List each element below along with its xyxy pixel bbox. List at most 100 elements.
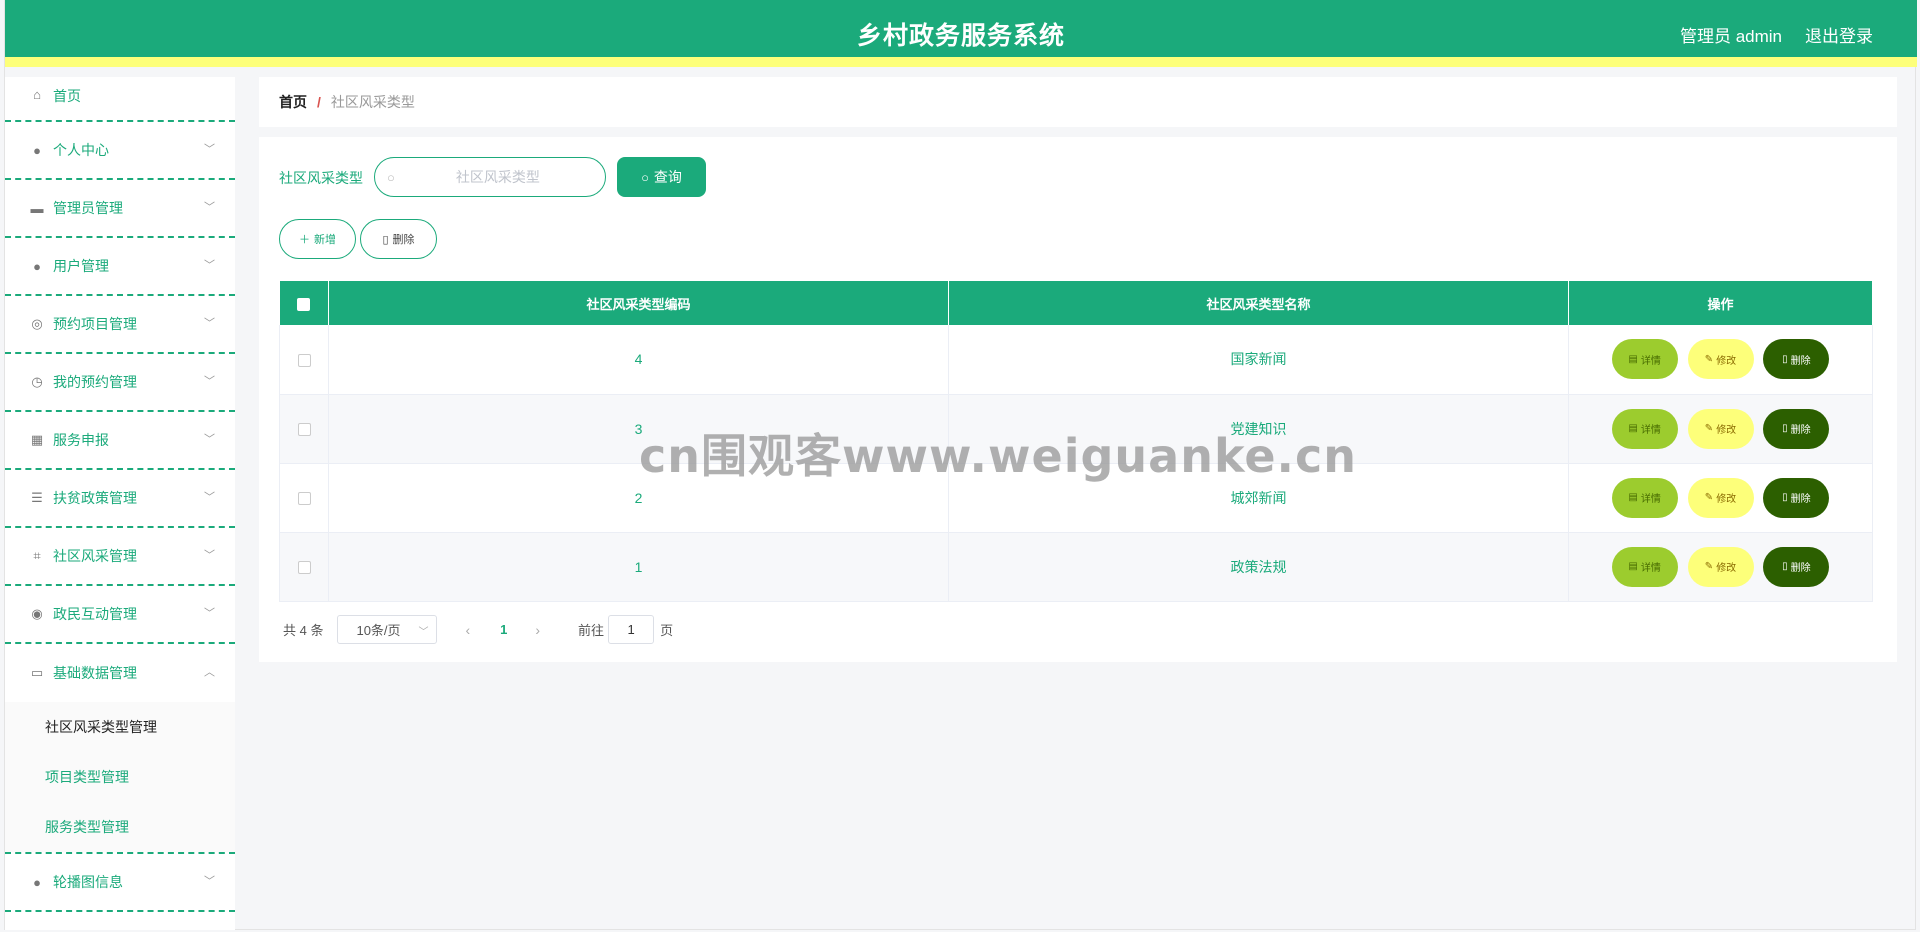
detail-button[interactable]: ▤ 详情 — [1611, 339, 1678, 380]
row-select-cell[interactable] — [279, 394, 329, 464]
page-size-value: 10条/页 — [356, 623, 401, 638]
submenu-item-community-type[interactable]: 社区风采类型管理 — [5, 702, 235, 752]
pencil-icon: ✎ — [1704, 353, 1714, 365]
edit-button[interactable]: ✎ 修改 — [1687, 477, 1754, 518]
goto-page-input[interactable] — [608, 615, 655, 644]
sidebar-item-basic-data[interactable]: ▭ 基础数据管理 ︿ — [5, 644, 235, 702]
row-checkbox[interactable] — [297, 492, 311, 506]
sidebar-item-admins[interactable]: ▬ 管理员管理 ﹀ — [5, 180, 235, 238]
cell-ops: ▤ 详情 ✎ 修改 ▯ 删除 — [1568, 394, 1873, 464]
sidebar-item-label: 预约项目管理 — [53, 316, 137, 332]
delete-button[interactable]: ▯ 删除 — [1763, 339, 1830, 380]
detail-label: 详情 — [1640, 563, 1661, 574]
home-icon: ⌂ — [33, 86, 41, 102]
query-button[interactable]: ○ 查询 — [617, 157, 706, 197]
search-field[interactable]: ○ — [374, 157, 606, 197]
row-select-cell[interactable] — [279, 325, 329, 395]
pencil-icon: ✎ — [1704, 492, 1714, 503]
chevron-down-icon: ﹀ — [204, 143, 215, 156]
edit-button[interactable]: ✎ 修改 — [1687, 339, 1754, 380]
sidebar-item-interaction[interactable]: ◉ 政民互动管理 ﹀ — [5, 586, 235, 644]
delete-button[interactable]: ▯ 删除 — [1763, 546, 1830, 587]
select-all-cell[interactable] — [279, 281, 329, 325]
id-card-icon: ▭ — [30, 665, 44, 680]
cell-ops: ▤ 详情 ✎ 修改 ▯ 删除 — [1568, 325, 1873, 395]
row-checkbox[interactable] — [297, 354, 311, 368]
app-title: 乡村政务服务系统 — [856, 22, 1065, 50]
pencil-icon: ✎ — [1704, 423, 1714, 434]
delete-button[interactable]: ▯ 删除 — [1763, 477, 1830, 518]
delete-label: 删除 — [1790, 563, 1811, 574]
edit-label: 修改 — [1716, 425, 1737, 436]
sidebar-item-booking-projects[interactable]: ◎ 预约项目管理 ﹀ — [5, 296, 235, 354]
edit-button[interactable]: ✎ 修改 — [1687, 408, 1754, 449]
sidebar-item-my-bookings[interactable]: ◷ 我的预约管理 ﹀ — [5, 354, 235, 412]
compass-icon: ◷ — [31, 374, 43, 389]
row-checkbox[interactable] — [297, 561, 311, 575]
detail-label: 详情 — [1640, 494, 1661, 505]
detail-button[interactable]: ▤ 详情 — [1611, 477, 1678, 518]
sidebar-submenu: 社区风采类型管理 项目类型管理 服务类型管理 — [5, 702, 235, 852]
sidebar-item-community[interactable]: ⌗ 社区风采管理 ﹀ — [5, 528, 235, 586]
trash-icon: ▯ — [1782, 492, 1788, 503]
row-checkbox[interactable] — [297, 423, 311, 437]
sidebar-item-label: 扶贫政策管理 — [53, 490, 137, 506]
sidebar-item-poverty-policy[interactable]: ☰ 扶贫政策管理 ﹀ — [5, 470, 235, 528]
trash-icon: ▯ — [1782, 561, 1788, 572]
logout-link[interactable]: 退出登录 — [1805, 22, 1873, 47]
page-number[interactable]: 1 — [500, 622, 507, 637]
prev-page-button[interactable]: ‹ — [465, 622, 470, 638]
query-button-label: 查询 — [653, 169, 682, 185]
detail-button[interactable]: ▤ 详情 — [1611, 408, 1678, 449]
balloon-icon: ● — [33, 874, 41, 890]
edit-label: 修改 — [1716, 494, 1737, 505]
breadcrumb-home[interactable]: 首页 — [279, 92, 307, 112]
submenu-item-service-type[interactable]: 服务类型管理 — [5, 802, 235, 852]
row-select-cell[interactable] — [279, 532, 329, 602]
breadcrumb-separator: / — [317, 94, 321, 110]
app-frame: 乡村政务服务系统 管理员 admin 退出登录 ⌂ 首页 ● 个人中心 ﹀ ▬ … — [4, 0, 1917, 930]
add-button[interactable]: ＋ 新增 — [279, 219, 356, 259]
sidebar-item-label: 个人中心 — [53, 142, 109, 158]
submenu-item-project-type[interactable]: 项目类型管理 — [5, 752, 235, 802]
user-icon: ● — [33, 258, 41, 274]
breadcrumb-current: 社区风采类型 — [330, 94, 415, 110]
select-all-checkbox[interactable] — [297, 297, 311, 311]
sidebar-item-home[interactable]: ⌂ 首页 — [5, 77, 235, 122]
sidebar-item-service-declare[interactable]: ▦ 服务申报 ﹀ — [5, 412, 235, 470]
document-icon: ▤ — [1628, 561, 1638, 572]
chevron-up-icon: ︿ — [204, 666, 215, 679]
search-icon: ○ — [641, 169, 649, 185]
pagination-total: 共 4 条 — [283, 623, 324, 638]
chevron-down-icon: ﹀ — [204, 433, 215, 446]
column-header-name: 社区风采类型名称 — [948, 281, 1569, 325]
delete-button[interactable]: ▯ 删除 — [1763, 408, 1830, 449]
user-icon: ● — [33, 142, 41, 158]
search-input[interactable] — [402, 169, 593, 185]
top-header: 乡村政务服务系统 管理员 admin 退出登录 — [5, 0, 1917, 67]
sidebar-item-label: 基础数据管理 — [53, 665, 137, 681]
add-button-label: 新增 — [314, 234, 336, 246]
batch-delete-label: 删除 — [392, 234, 415, 246]
chevron-down-icon: ﹀ — [204, 549, 215, 562]
chevron-down-icon: ﹀ — [418, 627, 429, 638]
sidebar-item-carousel[interactable]: ● 轮播图信息 ﹀ — [5, 854, 235, 912]
sidebar-item-label: 政民互动管理 — [53, 606, 137, 622]
sidebar-item-users[interactable]: ● 用户管理 ﹀ — [5, 238, 235, 296]
sidebar-item-label: 我的预约管理 — [53, 374, 137, 390]
page-size-select[interactable]: 10条/页 ﹀ — [337, 615, 438, 644]
table-row: 4 国家新闻 ▤ 详情 ✎ 修改 ▯ 删除 — [279, 325, 1873, 395]
list-icon: ☰ — [31, 490, 43, 505]
chevron-down-icon: ﹀ — [204, 875, 215, 888]
sidebar-group-basic-data: ▭ 基础数据管理 ︿ 社区风采类型管理 项目类型管理 服务类型管理 — [5, 644, 235, 854]
next-page-button[interactable]: › — [535, 622, 540, 638]
batch-delete-button[interactable]: ▯ 删除 — [360, 219, 437, 259]
sidebar-item-profile[interactable]: ● 个人中心 ﹀ — [5, 122, 235, 180]
detail-button[interactable]: ▤ 详情 — [1611, 546, 1678, 587]
trash-icon: ▯ — [1782, 353, 1788, 365]
edit-button[interactable]: ✎ 修改 — [1687, 546, 1754, 587]
row-select-cell[interactable] — [279, 463, 329, 533]
delete-label: 删除 — [1790, 425, 1811, 436]
search-label: 社区风采类型 — [279, 170, 363, 186]
detail-label: 详情 — [1640, 355, 1661, 367]
